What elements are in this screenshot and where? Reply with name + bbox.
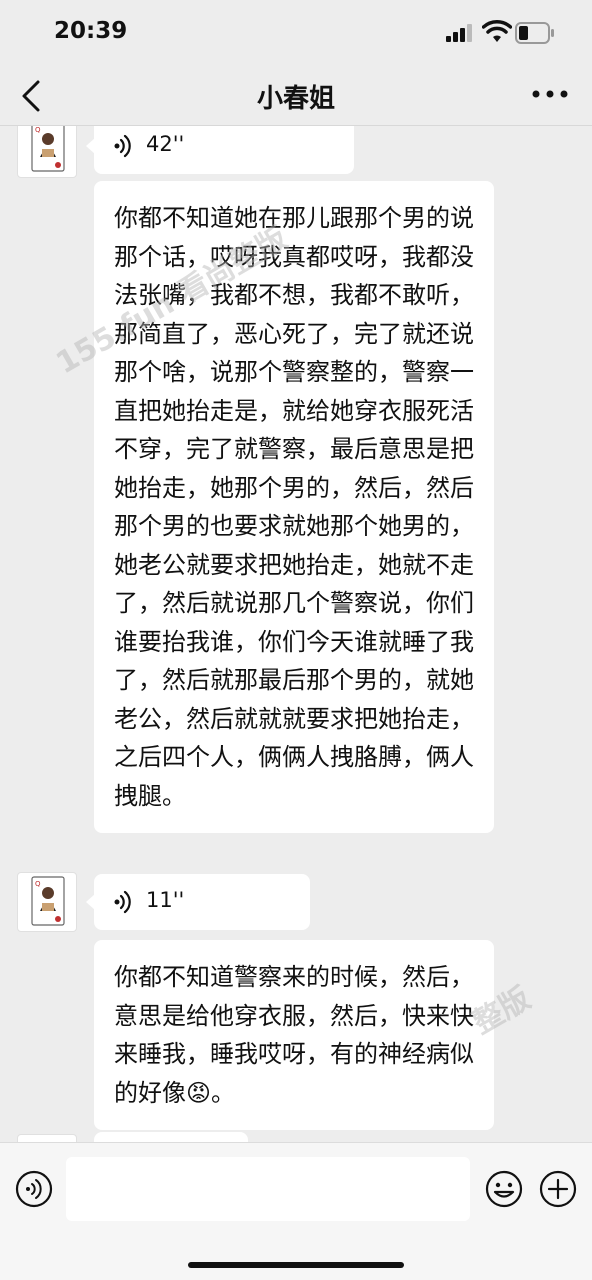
voice-wave-icon — [114, 134, 131, 158]
contact-avatar[interactable] — [17, 1134, 77, 1142]
contact-avatar[interactable]: Q — [17, 872, 77, 932]
voice-wave-icon — [114, 890, 131, 914]
message-text: 你都不知道警察来的时候，然后，意思是给他穿衣服，然后，快来快来睡我，睡我哎呀，有… — [114, 963, 474, 1107]
more-dots-icon[interactable] — [528, 82, 572, 106]
contact-avatar[interactable]: Q — [17, 126, 77, 178]
text-message[interactable]: 你都不知道警察来的时候，然后，意思是给他穿衣服，然后，快来快来睡我，睡我哎呀，有… — [94, 940, 494, 1130]
home-indicator — [188, 1262, 404, 1268]
status-bar: 20:39 — [0, 0, 592, 64]
voice-input-icon[interactable] — [14, 1169, 54, 1209]
svg-text:Q: Q — [35, 880, 41, 888]
message-input[interactable] — [66, 1157, 470, 1221]
emoji-icon[interactable] — [484, 1169, 524, 1209]
voice-message[interactable]: 11'' — [86, 874, 310, 930]
signal-icon — [446, 24, 472, 42]
voice-duration: 11'' — [146, 888, 185, 912]
wifi-icon — [482, 20, 512, 42]
input-bar — [0, 1142, 592, 1280]
playing-card-queen-icon: Q — [31, 126, 65, 172]
battery-icon — [515, 22, 554, 44]
voice-duration: 42'' — [146, 132, 185, 156]
text-message[interactable]: 你都不知道她在那儿跟那个男的说那个话，哎呀我真都哎呀，我都没法张嘴，我都不想，我… — [94, 181, 494, 833]
nav-bar: 小春姐 — [0, 64, 592, 126]
voice-message[interactable] — [94, 1132, 248, 1142]
chat-area[interactable]: Q 42'' 你都不知道她在那儿跟那个男的说那个话，哎呀我真都哎呀，我都没法张嘴… — [0, 126, 592, 1142]
playing-card-queen-icon: Q — [31, 876, 65, 926]
voice-message[interactable]: 42'' — [86, 126, 354, 174]
svg-text:Q: Q — [35, 126, 41, 134]
plus-icon[interactable] — [538, 1169, 578, 1209]
status-time: 20:39 — [54, 18, 128, 44]
chat-title: 小春姐 — [256, 84, 335, 114]
